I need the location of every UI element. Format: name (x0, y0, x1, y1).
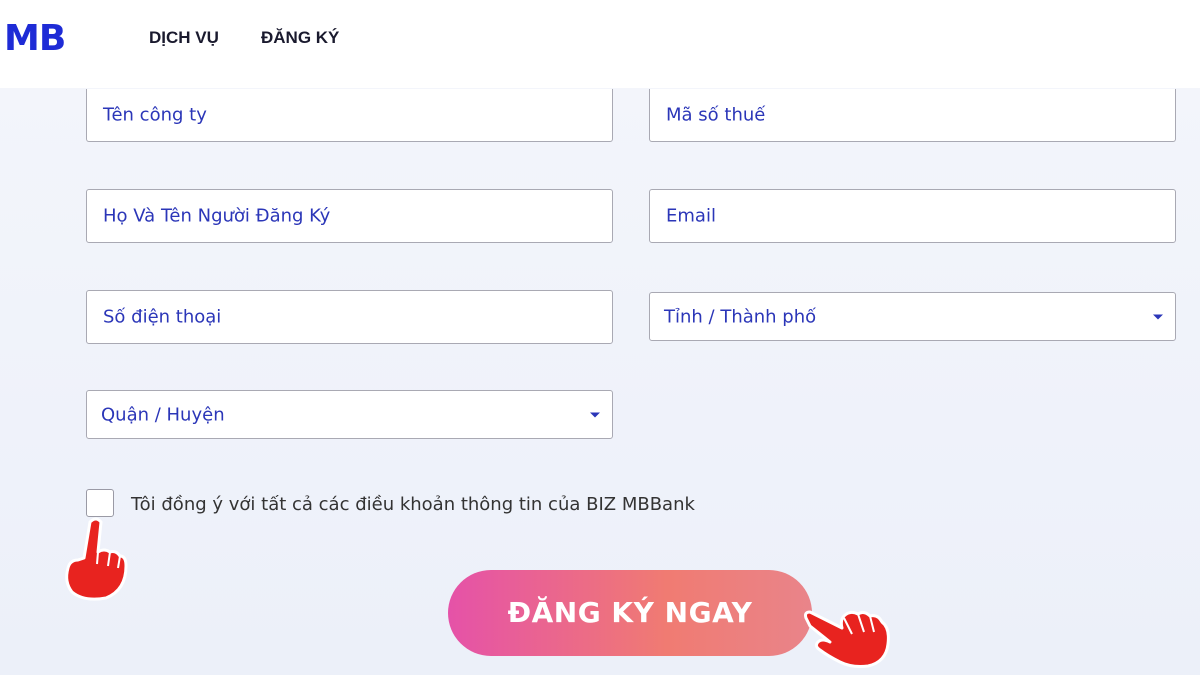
chevron-down-icon (1153, 314, 1163, 319)
chevron-down-icon (590, 412, 600, 417)
email-placeholder: Email (666, 205, 716, 227)
company-name-placeholder: Tên công ty (103, 104, 207, 126)
register-now-button[interactable]: ĐĂNG KÝ NGAY (448, 570, 812, 656)
nav-link-register[interactable]: ĐĂNG KÝ (261, 28, 339, 48)
registrant-name-field[interactable]: Họ Và Tên Người Đăng Ký (86, 189, 613, 243)
province-select[interactable]: Tỉnh / Thành phố (649, 292, 1176, 341)
top-navigation-bar: MB DỊCH VỤ ĐĂNG KÝ (0, 0, 1200, 88)
tax-code-placeholder: Mã số thuế (666, 104, 766, 126)
company-name-field[interactable]: Tên công ty (86, 89, 613, 142)
nav-link-services[interactable]: DỊCH VỤ (149, 28, 219, 48)
mb-logo[interactable]: MB (4, 18, 66, 59)
terms-consent-label: Tôi đồng ý với tất cả các điều khoản thô… (131, 494, 695, 515)
phone-field[interactable]: Số điện thoại (86, 290, 613, 344)
pointing-hand-icon (804, 610, 890, 668)
pointing-hand-icon (65, 517, 128, 601)
province-select-value: Tỉnh / Thành phố (664, 306, 817, 327)
phone-placeholder: Số điện thoại (103, 306, 222, 328)
registrant-name-placeholder: Họ Và Tên Người Đăng Ký (103, 205, 331, 227)
district-select[interactable]: Quận / Huyện (86, 390, 613, 439)
district-select-value: Quận / Huyện (101, 404, 225, 425)
tax-code-field[interactable]: Mã số thuế (649, 89, 1176, 142)
email-field[interactable]: Email (649, 189, 1176, 243)
